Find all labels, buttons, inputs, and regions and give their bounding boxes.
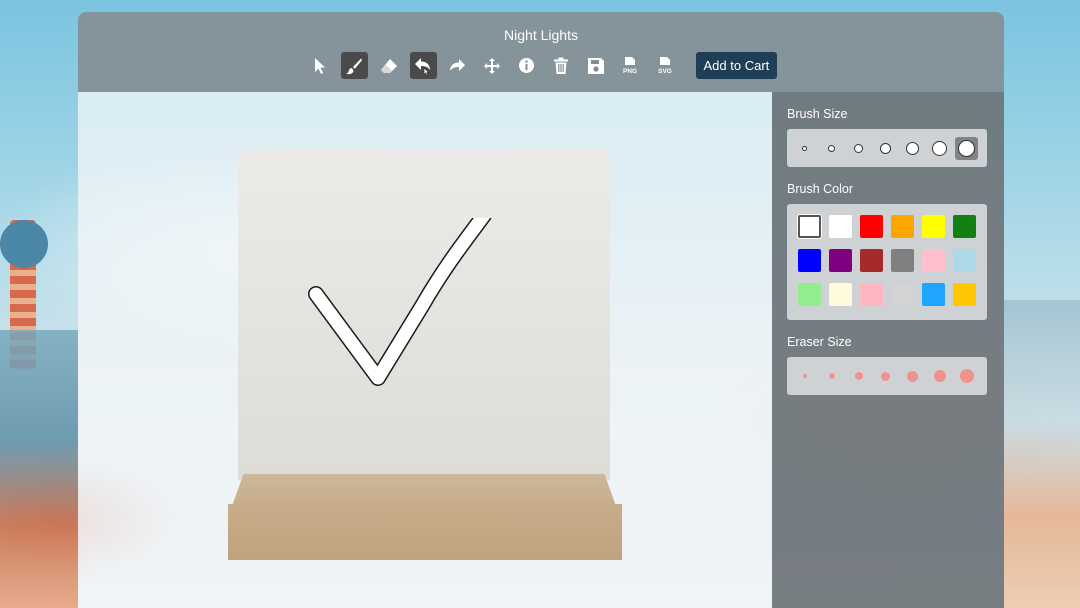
brush-size-box [787, 129, 987, 167]
design-canvas[interactable] [78, 92, 772, 608]
brush-color-grid [798, 215, 976, 306]
brush-size-dot [828, 144, 835, 152]
png-label: PNG [623, 68, 637, 75]
eraser-size-dot [959, 369, 974, 383]
color-swatch[interactable] [891, 283, 914, 306]
pointer-icon [314, 57, 325, 74]
toolbar: PNG SVG Add to Cart [306, 52, 778, 79]
brush-size-dot [854, 143, 863, 153]
export-svg-button[interactable]: SVG [651, 52, 678, 79]
eraser-size-dot [802, 374, 807, 378]
eraser-size-option[interactable] [874, 365, 897, 388]
color-swatch[interactable] [891, 215, 914, 238]
brush-size-dot [906, 141, 919, 155]
color-swatch[interactable] [922, 283, 945, 306]
select-tool-button[interactable] [306, 52, 333, 79]
brush-size-option[interactable] [820, 137, 843, 160]
color-swatch[interactable] [860, 215, 883, 238]
eraser-size-dot [854, 372, 863, 380]
color-swatch[interactable] [953, 249, 976, 272]
save-icon [587, 57, 604, 74]
background-buildings-right [1004, 300, 1080, 608]
redo-icon [449, 58, 465, 71]
brush-icon [346, 58, 362, 74]
brush-color-box [787, 204, 987, 320]
color-swatch[interactable] [953, 215, 976, 238]
brush-size-heading: Brush Size [787, 107, 848, 121]
undo-button[interactable] [409, 52, 437, 79]
color-swatch[interactable] [860, 249, 883, 272]
delete-button[interactable] [548, 52, 575, 79]
eraser-tool-button[interactable] [375, 52, 402, 79]
move-icon [484, 57, 500, 74]
wooden-stand-front [228, 504, 622, 560]
checkmark-brush-stroke[interactable] [298, 218, 528, 428]
brush-color-heading: Brush Color [787, 182, 853, 196]
eraser-size-option[interactable] [793, 365, 816, 388]
design-editor: Night Lights PNG SVG Add to Cart Brush S… [78, 12, 1004, 608]
eraser-size-dot [907, 370, 918, 382]
trash-icon [554, 57, 568, 74]
brush-size-option[interactable] [928, 137, 951, 160]
brush-size-dot [932, 140, 947, 156]
redo-button[interactable] [444, 52, 471, 79]
color-swatch[interactable] [798, 249, 821, 272]
eraser-size-option[interactable] [901, 365, 924, 388]
brush-size-option[interactable] [955, 136, 978, 160]
eraser-size-dot [881, 371, 890, 381]
brush-size-dot [880, 142, 891, 154]
export-png-button[interactable]: PNG [617, 52, 644, 79]
svg-file-icon: SVG [658, 56, 672, 75]
save-button[interactable] [582, 52, 609, 79]
eraser-size-option[interactable] [820, 365, 843, 388]
color-swatch[interactable] [891, 249, 914, 272]
wooden-stand-top [232, 474, 616, 506]
app-title: Night Lights [504, 27, 578, 43]
brush-size-options [793, 134, 982, 162]
background-tower-ball [0, 220, 48, 268]
tool-options-panel: Brush Size Brush Color Eraser Size [772, 92, 1004, 608]
eraser-size-heading: Eraser Size [787, 335, 852, 349]
color-swatch[interactable] [829, 249, 852, 272]
color-swatch[interactable] [829, 283, 852, 306]
png-file-icon: PNG [623, 56, 637, 75]
color-swatch[interactable] [860, 283, 883, 306]
eraser-size-dot [828, 373, 835, 379]
background-buildings-left [0, 330, 78, 608]
brush-size-option[interactable] [901, 137, 924, 160]
color-swatch[interactable] [953, 283, 976, 306]
add-to-cart-button[interactable]: Add to Cart [695, 52, 778, 79]
undo-icon [415, 57, 430, 76]
eraser-size-option[interactable] [955, 365, 978, 388]
eraser-icon [380, 58, 397, 73]
svg-label: SVG [658, 68, 672, 75]
eraser-size-box [787, 357, 987, 395]
eraser-size-options [793, 362, 982, 390]
color-swatch[interactable] [829, 215, 852, 238]
brush-size-option[interactable] [874, 137, 897, 160]
color-swatch[interactable] [798, 215, 821, 238]
eraser-size-option[interactable] [847, 365, 870, 388]
color-swatch[interactable] [922, 249, 945, 272]
brush-size-dot [802, 145, 807, 151]
eraser-size-dot [933, 370, 946, 382]
info-icon [519, 58, 534, 73]
color-swatch[interactable] [922, 215, 945, 238]
eraser-size-option[interactable] [928, 365, 951, 388]
color-swatch[interactable] [798, 283, 821, 306]
brush-size-option[interactable] [847, 137, 870, 160]
brush-tool-button[interactable] [340, 52, 368, 79]
brush-size-dot [958, 139, 975, 157]
brush-size-option[interactable] [793, 137, 816, 160]
move-tool-button[interactable] [479, 52, 506, 79]
info-button[interactable] [513, 52, 540, 79]
editor-toolbar-bar: Night Lights PNG SVG Add to Cart [78, 12, 1004, 92]
